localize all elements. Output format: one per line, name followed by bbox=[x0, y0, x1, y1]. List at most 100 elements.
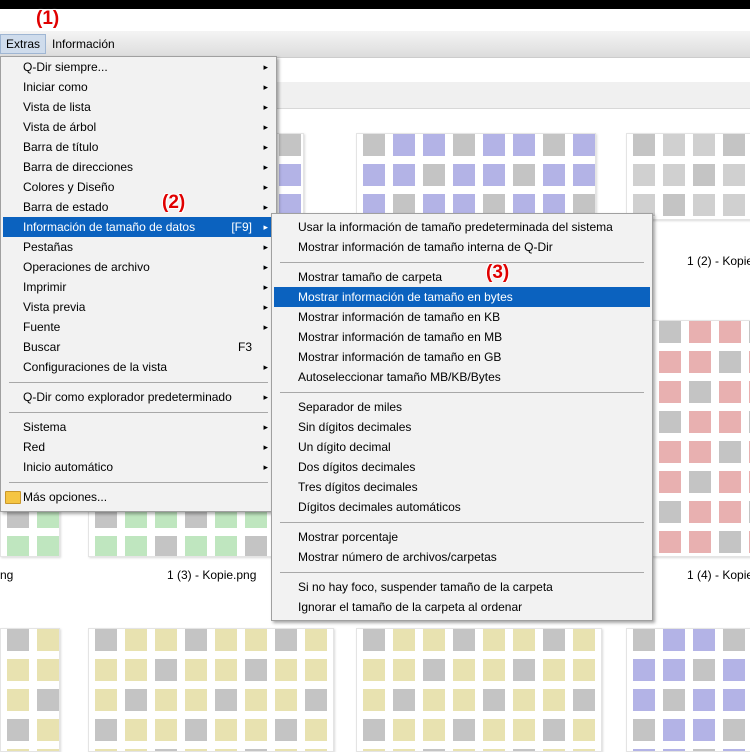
menu-item-inicio-automatico[interactable]: Inicio automático ▸ bbox=[3, 457, 274, 477]
thumbnail-grid-cell bbox=[185, 719, 207, 741]
submenu-item[interactable]: Mostrar tamaño de carpeta bbox=[274, 267, 650, 287]
submenu-item-label: Dos dígitos decimales bbox=[298, 460, 416, 474]
menu-item-barra-de-titulo[interactable]: Barra de título ▸ bbox=[3, 137, 274, 157]
thumbnail-grid-cell bbox=[363, 689, 385, 711]
thumbnail-green-left[interactable] bbox=[0, 505, 60, 557]
thumbnail-grid-cell bbox=[633, 164, 655, 186]
menu-informacion[interactable]: Información bbox=[47, 35, 120, 53]
thumbnail-grid-cell bbox=[185, 659, 207, 681]
menu-item-fuente[interactable]: Fuente ▸ bbox=[3, 317, 274, 337]
submenu-item[interactable]: Dígitos decimales automáticos bbox=[274, 497, 650, 517]
submenu-item[interactable]: Dos dígitos decimales bbox=[274, 457, 650, 477]
menu-item-vista-previa[interactable]: Vista previa ▸ bbox=[3, 297, 274, 317]
menu-item-imprimir[interactable]: Imprimir ▸ bbox=[3, 277, 274, 297]
menu-item-label: Vista de lista bbox=[23, 100, 91, 114]
thumbnail-grid-cell bbox=[573, 659, 595, 681]
file-caption[interactable]: 1 (2) - Kopie bbox=[687, 254, 750, 268]
menu-item-vista-de-lista[interactable]: Vista de lista ▸ bbox=[3, 97, 274, 117]
thumbnail-purple-bottom[interactable] bbox=[626, 628, 750, 752]
thumbnail-grid-cell bbox=[663, 659, 685, 681]
menu-item-vista-de-arbol[interactable]: Vista de árbol ▸ bbox=[3, 117, 274, 137]
thumbnail-grid-cell bbox=[723, 689, 745, 711]
thumbnail-grid-cell bbox=[689, 411, 711, 433]
submenu-arrow-icon: ▸ bbox=[263, 302, 268, 312]
submenu-item-label: Un dígito decimal bbox=[298, 440, 391, 454]
thumbnail-yellow-left[interactable] bbox=[0, 628, 60, 752]
menu-item-mas-opciones[interactable]: Más opciones... bbox=[3, 487, 274, 507]
menu-item-label: Operaciones de archivo bbox=[23, 260, 150, 274]
thumbnail-grid-cell bbox=[393, 719, 415, 741]
thumbnail-green[interactable] bbox=[88, 505, 274, 557]
submenu-item[interactable]: Un dígito decimal bbox=[274, 437, 650, 457]
menu-item-label: Vista previa bbox=[23, 300, 86, 314]
menu-separator bbox=[280, 262, 644, 263]
thumbnail-grid-cell bbox=[693, 659, 715, 681]
thumbnail-grid-cell bbox=[659, 351, 681, 373]
thumbnail-pink[interactable] bbox=[652, 320, 750, 557]
thumbnail-grid-cell bbox=[275, 629, 297, 651]
thumbnail-grid-cell bbox=[363, 134, 385, 156]
menu-item-barra-de-estado[interactable]: Barra de estado ▸ bbox=[3, 197, 274, 217]
menu-item-configuraciones-de-la-vista[interactable]: Configuraciones de la vista ▸ bbox=[3, 357, 274, 377]
thumbnail-grid-cell bbox=[513, 689, 535, 711]
submenu-item[interactable]: Mostrar porcentaje bbox=[274, 527, 650, 547]
thumbnail-grid-cell bbox=[363, 629, 385, 651]
submenu-item[interactable]: Mostrar información de tamaño en MB bbox=[274, 327, 650, 347]
menu-item-pestanas[interactable]: Pestañas ▸ bbox=[3, 237, 274, 257]
thumbnail-grid-cell bbox=[693, 629, 715, 651]
menu-item-label: Configuraciones de la vista bbox=[23, 360, 168, 374]
menu-item-buscar[interactable]: Buscar F3 bbox=[3, 337, 274, 357]
thumbnail-grid-cell bbox=[693, 164, 715, 186]
thumbnail-grid-cell bbox=[513, 164, 535, 186]
submenu-arrow-icon: ▸ bbox=[263, 362, 268, 372]
menu-item-barra-de-direcciones[interactable]: Barra de direcciones ▸ bbox=[3, 157, 274, 177]
submenu-item[interactable]: Tres dígitos decimales bbox=[274, 477, 650, 497]
thumbnail-grid-cell bbox=[453, 719, 475, 741]
submenu-item[interactable]: Autoseleccionar tamaño MB/KB/Bytes bbox=[274, 367, 650, 387]
menu-item-sistema[interactable]: Sistema ▸ bbox=[3, 417, 274, 437]
menu-item-iniciar-como[interactable]: Iniciar como ▸ bbox=[3, 77, 274, 97]
file-caption[interactable]: 1 (3) - Kopie.png bbox=[167, 568, 256, 582]
thumbnail-grid-cell bbox=[393, 134, 415, 156]
submenu-item[interactable]: Mostrar número de archivos/carpetas bbox=[274, 547, 650, 567]
thumbnail-grid-cell bbox=[37, 536, 59, 556]
menu-item-explorador-predeterminado[interactable]: Q-Dir como explorador predeterminado ▸ bbox=[3, 387, 274, 407]
thumbnail-purple[interactable] bbox=[356, 133, 596, 220]
submenu-item[interactable]: Mostrar información de tamaño en GB bbox=[274, 347, 650, 367]
submenu-arrow-icon: ▸ bbox=[263, 82, 268, 92]
menu-item-operaciones-de-archivo[interactable]: Operaciones de archivo ▸ bbox=[3, 257, 274, 277]
submenu-arrow-icon: ▸ bbox=[263, 462, 268, 472]
submenu-item[interactable]: Sin dígitos decimales bbox=[274, 417, 650, 437]
submenu-item[interactable]: Mostrar información de tamaño interna de… bbox=[274, 237, 650, 257]
thumbnail-grid-cell bbox=[483, 659, 505, 681]
thumbnail-gray[interactable] bbox=[626, 133, 750, 220]
submenu-item-label: Mostrar tamaño de carpeta bbox=[298, 270, 443, 284]
menu-item-qdir-siempre[interactable]: Q-Dir siempre... ▸ bbox=[3, 57, 274, 77]
file-caption[interactable]: ng bbox=[0, 568, 13, 582]
menu-item-label: Sistema bbox=[23, 420, 67, 434]
address-bar[interactable] bbox=[270, 57, 750, 83]
thumbnail-grid-cell bbox=[693, 194, 715, 216]
submenu-arrow-icon: ▸ bbox=[263, 122, 268, 132]
thumbnail-grid-cell bbox=[513, 659, 535, 681]
menu-extras[interactable]: Extras bbox=[0, 34, 47, 54]
thumbnail-grid-cell bbox=[573, 719, 595, 741]
submenu-item[interactable]: Usar la información de tamaño predetermi… bbox=[274, 217, 650, 237]
menu-item-label: Barra de título bbox=[23, 140, 99, 154]
submenu-item-label: Mostrar información de tamaño interna de… bbox=[298, 240, 553, 254]
thumbnail-yellow-1[interactable] bbox=[88, 628, 334, 752]
menu-item-informacion-de-tamano[interactable]: Información de tamaño de datos [F9] ▸ bbox=[3, 217, 274, 237]
submenu-item[interactable]: Separador de miles bbox=[274, 397, 650, 417]
submenu-item[interactable]: Ignorar el tamaño de la carpeta al orden… bbox=[274, 597, 650, 617]
thumbnail-yellow-2[interactable] bbox=[356, 628, 602, 752]
submenu-item[interactable]: Si no hay foco, suspender tamaño de la c… bbox=[274, 577, 650, 597]
menu-item-colores-y-diseno[interactable]: Colores y Diseño ▸ bbox=[3, 177, 274, 197]
submenu-item[interactable]: Mostrar información de tamaño en KB bbox=[274, 307, 650, 327]
file-caption[interactable]: 1 (4) - Kopie bbox=[687, 568, 750, 582]
thumbnail-grid-cell bbox=[155, 719, 177, 741]
menu-item-red[interactable]: Red ▸ bbox=[3, 437, 274, 457]
thumbnail-grid-cell bbox=[453, 659, 475, 681]
thumbnail-grid-cell bbox=[215, 659, 237, 681]
submenu-item-bytes-selected[interactable]: Mostrar información de tamaño en bytes bbox=[274, 287, 650, 307]
thumbnail-grid-cell bbox=[659, 411, 681, 433]
